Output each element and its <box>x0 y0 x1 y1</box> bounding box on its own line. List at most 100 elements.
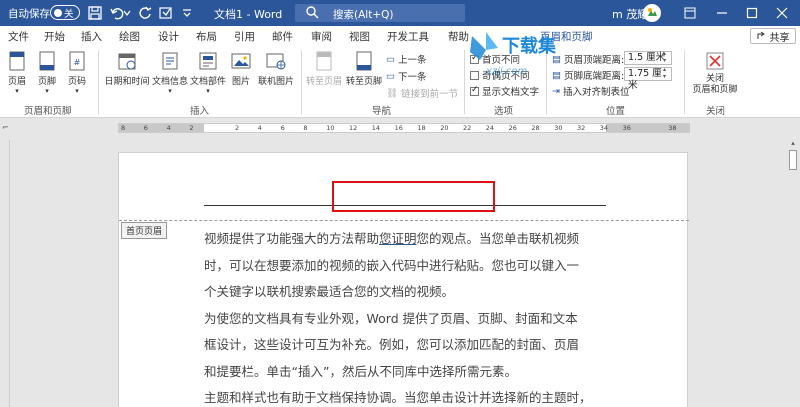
chevron-down-icon: ▾ <box>45 87 49 95</box>
ruler-tick-label: 4 <box>166 124 171 132</box>
tab-mailings[interactable]: 邮件 <box>272 29 293 44</box>
link-icon: ⛓ <box>386 87 399 99</box>
picture-label: 图片 <box>231 77 250 87</box>
customize-toolbar-icon[interactable] <box>178 4 196 22</box>
undo-dropdown-icon[interactable] <box>122 4 132 22</box>
tab-insert[interactable]: 插入 <box>81 29 102 44</box>
docinfo-button[interactable]: 文档信息 ▾ <box>152 50 188 95</box>
tab-developer[interactable]: 开发工具 <box>387 29 429 44</box>
tab-design[interactable]: 设计 <box>158 29 179 44</box>
minimize-icon[interactable] <box>712 3 732 23</box>
page-number-button[interactable]: # 页码 ▾ <box>66 50 88 95</box>
ruler-tick-label: 28 <box>531 124 540 132</box>
page-number-icon: # <box>69 51 85 71</box>
group-label-header-footer: 页眉和页脚 <box>24 106 72 117</box>
ribbon: 页眉 ▾ 页脚 ▾ # 页码 ▾ 页眉和页脚 日期和时间 文档信息 ▾ 文档部件… <box>0 46 800 118</box>
docparts-button[interactable]: 文档部件 ▾ <box>190 50 226 95</box>
ruler-tick-label: 8 <box>121 124 126 132</box>
tab-layout[interactable]: 布局 <box>196 29 217 44</box>
vertical-ruler[interactable] <box>0 140 10 407</box>
horizontal-ruler-area: ⌐ 8 6 4 2 2 4 6 8 10 12 14 16 18 20 22 24 26 28 30 32 34 36 38 <box>0 119 800 137</box>
ruler-tick-label: 6 <box>280 124 285 132</box>
document-title: 文档1 - Word <box>214 8 283 21</box>
line-text: 视频提供了功能强大的方法帮助 <box>204 231 380 246</box>
previous-button[interactable]: ▭ 上一条 <box>386 52 427 67</box>
tab-file[interactable]: 文件 <box>8 29 29 44</box>
next-label: 下一条 <box>397 72 427 83</box>
chevron-down-icon: ▾ <box>206 87 210 95</box>
autosave-toggle[interactable]: 关 <box>50 5 80 20</box>
link-previous-label: 链接到前一节 <box>401 89 459 100</box>
svg-text:#: # <box>74 58 81 67</box>
datetime-label: 日期和时间 <box>104 77 150 87</box>
online-picture-button[interactable]: 联机图片 <box>256 50 296 87</box>
footer-bottom-distance-input[interactable]: 1.75 厘米 <box>624 66 672 91</box>
header-top-distance-input[interactable]: 1.5 厘米 <box>624 50 672 65</box>
autosave-label: 自动保存 <box>8 8 50 20</box>
goto-footer-button[interactable]: 转至页脚 <box>346 50 382 87</box>
datetime-button[interactable]: 日期和时间 <box>104 50 150 87</box>
ruler-tick-label: 4 <box>257 124 262 132</box>
group-separator <box>98 50 99 114</box>
body-line: 和提要栏。单击“插入”，然后从不同库中选择所需元素。 <box>204 363 517 379</box>
ribbon-tabs: 文件 开始 插入 绘图 设计 布局 引用 邮件 审阅 视图 开发工具 帮助 页眉… <box>0 26 800 48</box>
calendar-icon <box>118 53 136 70</box>
ruler-tick-label: 16 <box>394 124 403 132</box>
touch-mode-icon[interactable] <box>157 4 175 22</box>
tab-view[interactable]: 视图 <box>349 29 370 44</box>
online-picture-label: 联机图片 <box>257 77 294 87</box>
group-separator <box>464 50 465 114</box>
ruler-tick-label: 38 <box>668 124 677 132</box>
group-label-position: 位置 <box>606 106 626 117</box>
tab-references[interactable]: 引用 <box>234 29 255 44</box>
close-header-footer-button[interactable]: 关闭 页眉和页脚 <box>690 50 740 96</box>
ruler-tick-label: 24 <box>485 124 495 132</box>
redo-icon[interactable] <box>136 4 154 22</box>
close-icon[interactable] <box>772 3 792 23</box>
ruler-tick-label: 36 <box>622 124 631 132</box>
document-page[interactable]: 首页页眉 视频提供了功能强大的方法帮助您证明您的观点。当您单击联机视频 时，可以… <box>118 152 689 407</box>
body-line: 框设计，这些设计可互为补充。例如，您可以添加匹配的封面、页眉 <box>204 337 580 352</box>
watermark-text: 下载集 <box>502 35 557 57</box>
save-icon[interactable] <box>86 4 104 22</box>
avatar[interactable] <box>643 4 661 22</box>
docparts-label: 文档部件 <box>190 77 227 87</box>
next-button[interactable]: ▭ 下一条 <box>386 69 427 84</box>
ruler-tick-label: 10 <box>326 124 335 132</box>
maximize-icon[interactable] <box>742 3 762 23</box>
body-line: 为使您的文档具有专业外观，Word 提供了页眉、页脚、封面和文本 <box>204 310 578 326</box>
autosave-state: 关 <box>64 9 74 20</box>
header-boundary <box>119 220 689 221</box>
scroll-thumb[interactable] <box>789 150 797 170</box>
goto-header-button[interactable]: 转至页眉 <box>306 50 342 87</box>
scroll-up-icon[interactable]: ▴ <box>788 139 798 147</box>
group-label-navigation: 导航 <box>372 106 392 117</box>
first-page-header-tag: 首页页眉 <box>121 222 168 239</box>
spell-check-underlined-text[interactable]: 您证明 <box>379 231 417 246</box>
group-label-close: 关闭 <box>706 106 726 117</box>
horizontal-ruler[interactable]: 8 6 4 2 2 4 6 8 10 12 14 16 18 20 22 24 26 28 30 32 34 36 38 <box>118 123 690 133</box>
ruler-tick-label: 12 <box>349 124 358 132</box>
body-line: 时，可以在想要添加的视频的嵌入代码中进行粘贴。您也可以键入一 <box>204 257 580 273</box>
group-separator <box>301 50 302 114</box>
ribbon-display-icon[interactable] <box>680 3 700 23</box>
group-label-options: 选项 <box>494 106 514 117</box>
ruler-tick-label: 14 <box>371 124 381 132</box>
online-picture-icon <box>266 53 286 70</box>
ruler-tick-label: 6 <box>143 124 148 132</box>
vertical-scrollbar[interactable]: ▴ <box>786 138 800 407</box>
header-button[interactable]: 页眉 ▾ <box>6 50 28 95</box>
tab-review[interactable]: 审阅 <box>311 29 332 44</box>
tab-selector-icon[interactable]: ⌐ <box>2 123 12 133</box>
tab-draw[interactable]: 绘图 <box>119 29 140 44</box>
footer-button[interactable]: 页脚 ▾ <box>36 50 58 95</box>
link-previous-button[interactable]: ⛓ 链接到前一节 <box>386 86 459 101</box>
share-button[interactable]: 共享 <box>750 28 796 44</box>
search-box[interactable]: 搜索(Alt+Q) <box>295 4 465 22</box>
picture-button[interactable]: 图片 <box>230 50 252 87</box>
group-label-insert: 插入 <box>190 106 210 117</box>
search-placeholder: 搜索(Alt+Q) <box>333 9 394 21</box>
tab-home[interactable]: 开始 <box>44 29 65 44</box>
document-body[interactable]: 视频提供了功能强大的方法帮助您证明您的观点。当您单击联机视频 时，可以在想要添加… <box>204 226 609 407</box>
watermark-sub: xzji.com <box>485 66 528 77</box>
